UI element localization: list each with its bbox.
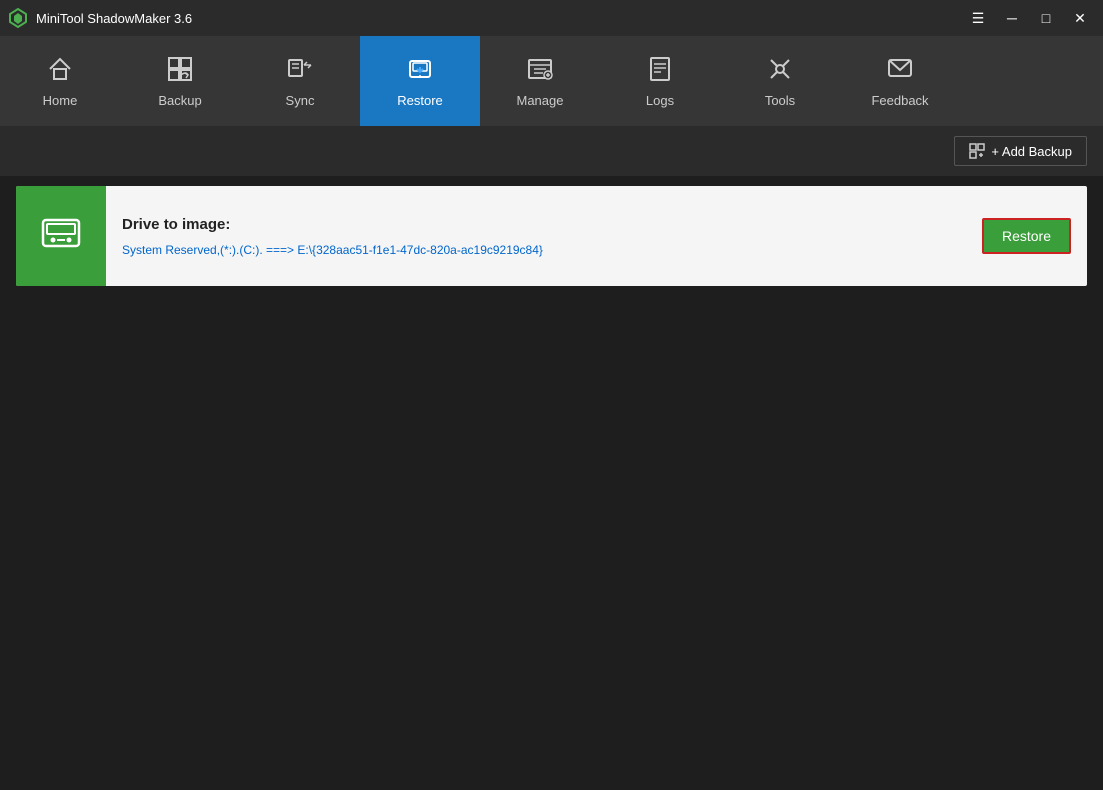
maximize-button[interactable]: □ — [1031, 6, 1061, 30]
nav-manage[interactable]: Manage — [480, 36, 600, 126]
card-icon-area — [16, 186, 106, 286]
card-title: Drive to image: — [122, 216, 950, 233]
tools-icon — [766, 55, 794, 87]
card-actions: Restore — [966, 186, 1087, 286]
restore-icon — [406, 55, 434, 87]
restore-button[interactable]: Restore — [982, 218, 1071, 254]
nav-sync-label: Sync — [286, 93, 315, 108]
backup-icon — [166, 55, 194, 87]
nav-home-label: Home — [43, 93, 78, 108]
nav-feedback[interactable]: Feedback — [840, 36, 960, 126]
nav-manage-label: Manage — [517, 93, 564, 108]
drive-icon — [37, 208, 85, 265]
card-body: Drive to image: System Reserved,(*:).(C:… — [106, 186, 966, 286]
manage-icon — [526, 55, 554, 87]
nav-sync[interactable]: Sync — [240, 36, 360, 126]
nav-feedback-label: Feedback — [871, 93, 928, 108]
app-logo — [8, 8, 28, 28]
menu-button[interactable]: ☰ — [963, 6, 993, 30]
nav-restore[interactable]: Restore — [360, 36, 480, 126]
nav-restore-label: Restore — [397, 93, 443, 108]
nav-backup[interactable]: Backup — [120, 36, 240, 126]
main-area: Drive to image: System Reserved,(*:).(C:… — [0, 176, 1103, 790]
toolbar-strip: + Add Backup — [0, 126, 1103, 176]
app-title: MiniTool ShadowMaker 3.6 — [36, 11, 963, 26]
logs-icon — [646, 55, 674, 87]
card-path: System Reserved,(*:).(C:). ===> E:\{328a… — [122, 243, 950, 257]
title-bar: MiniTool ShadowMaker 3.6 ☰ ─ □ ✕ — [0, 0, 1103, 36]
nav-tools[interactable]: Tools — [720, 36, 840, 126]
minimize-button[interactable]: ─ — [997, 6, 1027, 30]
add-backup-button[interactable]: + Add Backup — [954, 136, 1087, 166]
nav-backup-label: Backup — [158, 93, 201, 108]
nav-home[interactable]: Home — [0, 36, 120, 126]
feedback-icon — [886, 55, 914, 87]
nav-tools-label: Tools — [765, 93, 795, 108]
home-icon — [46, 55, 74, 87]
nav-logs[interactable]: Logs — [600, 36, 720, 126]
close-button[interactable]: ✕ — [1065, 6, 1095, 30]
add-backup-icon — [969, 143, 985, 159]
content-area: + Add Backup Drive to im — [0, 126, 1103, 790]
sync-icon — [286, 55, 314, 87]
add-backup-label: + Add Backup — [991, 144, 1072, 159]
nav-bar: Home Backup Sync — [0, 36, 1103, 126]
nav-logs-label: Logs — [646, 93, 674, 108]
backup-card: Drive to image: System Reserved,(*:).(C:… — [16, 186, 1087, 286]
window-controls: ☰ ─ □ ✕ — [963, 6, 1095, 30]
